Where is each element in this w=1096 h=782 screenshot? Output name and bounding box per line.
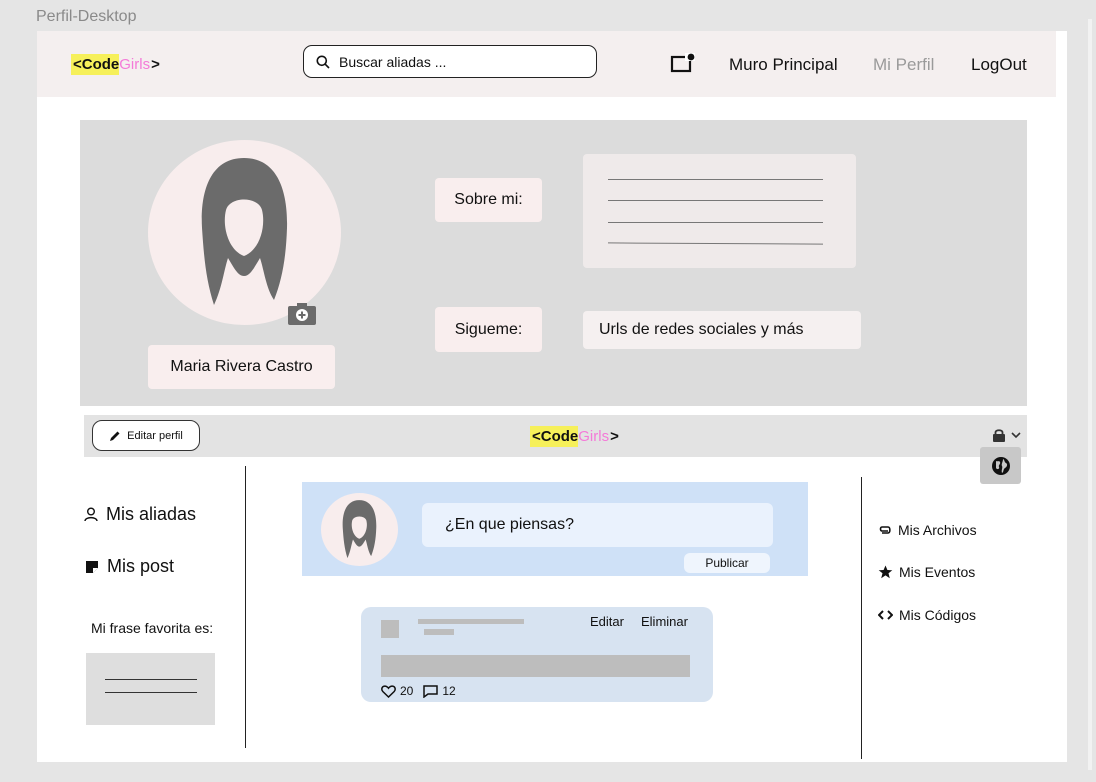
profile-name: Maria Rivera Castro bbox=[148, 345, 335, 389]
post-author-placeholder bbox=[418, 619, 524, 624]
search-icon bbox=[316, 55, 330, 69]
profile-toolbar: Editar perfil <Code Girls > bbox=[84, 415, 1027, 457]
camera-icon[interactable] bbox=[287, 302, 317, 326]
comment-icon[interactable] bbox=[423, 684, 439, 698]
search-input[interactable]: Buscar aliadas ... bbox=[303, 45, 597, 78]
code-icon bbox=[878, 610, 893, 620]
sidebar-item-label: Mis Códigos bbox=[899, 607, 977, 623]
globe-icon bbox=[991, 456, 1010, 475]
public-visibility-button[interactable] bbox=[980, 447, 1021, 484]
composer-avatar bbox=[321, 493, 398, 566]
delete-post-button[interactable]: Eliminar bbox=[641, 614, 688, 629]
sidebar-item-archivos[interactable]: Mis Archivos bbox=[878, 522, 977, 538]
about-label: Sobre mi: bbox=[435, 178, 542, 222]
text-line bbox=[608, 200, 823, 201]
search-placeholder: Buscar aliadas ... bbox=[339, 53, 447, 70]
follow-label: Sigueme: bbox=[435, 307, 542, 352]
star-icon bbox=[878, 565, 893, 579]
like-count: 20 bbox=[400, 684, 414, 698]
right-strip bbox=[1088, 19, 1092, 770]
privacy-dropdown[interactable] bbox=[992, 428, 1021, 442]
frame-label: Perfil-Desktop bbox=[36, 8, 137, 25]
top-header: <Code Girls > Buscar aliadas ... Muro Prin… bbox=[37, 31, 1056, 97]
user-icon bbox=[84, 507, 98, 522]
right-divider bbox=[861, 477, 862, 759]
post-composer: ¿En que piensas? Publicar bbox=[302, 482, 808, 576]
left-divider bbox=[245, 466, 246, 748]
desktop-frame: <Code Girls > Buscar aliadas ... Muro Prin… bbox=[37, 31, 1067, 762]
composer-input[interactable]: ¿En que piensas? bbox=[422, 503, 773, 547]
header-logo[interactable]: <Code Girls > bbox=[71, 54, 160, 75]
paperclip-icon bbox=[879, 526, 891, 534]
post-card: Editar Eliminar 20 12 bbox=[361, 607, 713, 702]
pencil-icon bbox=[110, 431, 120, 441]
logo-end: > bbox=[610, 428, 619, 445]
lock-icon bbox=[993, 429, 1005, 442]
chevron-down-icon bbox=[1011, 431, 1021, 438]
note-icon bbox=[86, 560, 98, 573]
logo-girls: Girls bbox=[119, 56, 151, 73]
text-line bbox=[105, 679, 197, 680]
post-date-placeholder bbox=[424, 629, 454, 635]
favorite-phrase-label: Mi frase favorita es: bbox=[91, 620, 214, 636]
about-textbox[interactable] bbox=[583, 154, 856, 268]
edit-profile-label: Editar perfil bbox=[127, 429, 183, 442]
user-silhouette-icon bbox=[342, 500, 377, 559]
sidebar-item-posts[interactable]: Mis post bbox=[85, 556, 174, 577]
comment-count: 12 bbox=[442, 684, 456, 698]
heart-icon[interactable] bbox=[381, 684, 396, 698]
notification-icon[interactable] bbox=[670, 53, 696, 73]
sidebar-item-aliadas[interactable]: Mis aliadas bbox=[84, 504, 196, 525]
text-line bbox=[607, 242, 824, 245]
edit-profile-button[interactable]: Editar perfil bbox=[92, 420, 200, 451]
sidebar-item-codigos[interactable]: Mis Códigos bbox=[878, 607, 976, 623]
sidebar-item-label: Mis post bbox=[107, 556, 175, 576]
sidebar-item-label: Mis Eventos bbox=[899, 564, 976, 580]
post-content-placeholder bbox=[381, 655, 690, 677]
edit-post-button[interactable]: Editar bbox=[590, 614, 624, 629]
post-author-thumb bbox=[381, 620, 399, 638]
text-line bbox=[105, 692, 197, 693]
publish-button[interactable]: Publicar bbox=[684, 553, 770, 573]
logo-code: <Code bbox=[530, 426, 579, 447]
post-stats: 20 12 bbox=[381, 684, 456, 698]
profile-avatar[interactable] bbox=[148, 140, 341, 325]
sidebar-item-eventos[interactable]: Mis Eventos bbox=[878, 564, 975, 580]
favorite-phrase-box[interactable] bbox=[86, 653, 215, 725]
sidebar-item-label: Mis Archivos bbox=[898, 522, 977, 538]
nav-muro-principal[interactable]: Muro Principal bbox=[729, 55, 838, 75]
social-urls[interactable]: Urls de redes sociales y más bbox=[583, 311, 861, 349]
profile-panel: Maria Rivera Castro Sobre mi: Sigueme: U… bbox=[80, 120, 1027, 406]
logo-girls: Girls bbox=[578, 428, 610, 445]
text-line bbox=[608, 222, 823, 223]
user-silhouette-icon bbox=[201, 158, 288, 305]
text-line bbox=[608, 179, 823, 180]
logo-code: <Code bbox=[71, 54, 120, 75]
nav-mi-perfil[interactable]: Mi Perfil bbox=[873, 55, 934, 75]
logo-end: > bbox=[151, 56, 160, 73]
sidebar-item-label: Mis aliadas bbox=[106, 504, 197, 524]
toolbar-logo: <Code Girls > bbox=[530, 426, 619, 447]
nav-logout[interactable]: LogOut bbox=[971, 55, 1027, 75]
